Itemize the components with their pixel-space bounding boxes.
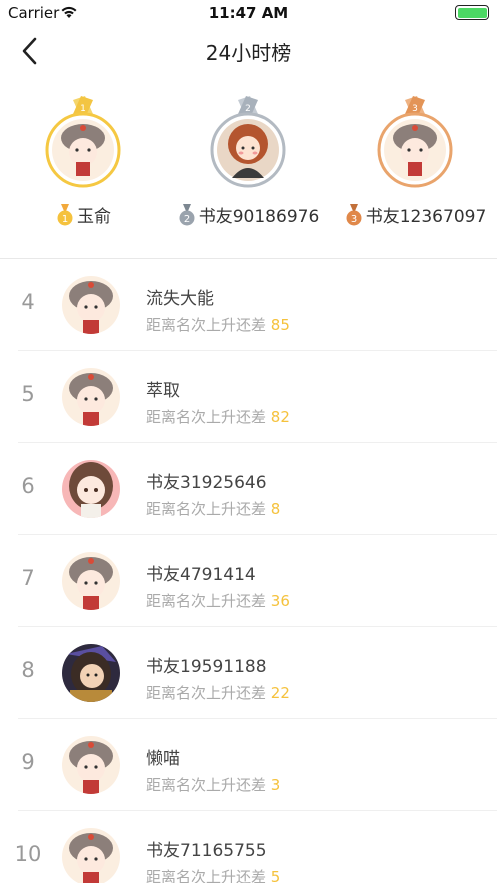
avatar (62, 460, 120, 518)
rank-row-5[interactable]: 5 萃取 距离名次上升还差 82 (0, 351, 497, 443)
rank-number: 7 (21, 566, 35, 590)
rank-row-4[interactable]: 4 流失大能 距离名次上升还差 85 (0, 259, 497, 351)
row-gap-text: 距离名次上升还差 8 (146, 500, 281, 518)
podium-item-1[interactable]: 1 1 玉俞 (0, 92, 166, 242)
podium-item-2[interactable]: 2 2 书友90186976 (165, 92, 331, 242)
rank-list: 4 流失大能 距离名次上升还差 85 5 萃取 距离名次上升还差 82 6 书友… (0, 259, 497, 883)
avatar (62, 276, 120, 334)
girl-hairpin-avatar-icon (62, 552, 120, 610)
silver-rank-icon: 2 (179, 204, 195, 226)
girl-hairpin-avatar-icon (62, 736, 120, 794)
podium: 1 1 玉俞 2 2 书友90186976 3 3 书友12367097 (0, 92, 497, 257)
girl-hairpin-avatar-icon (62, 276, 120, 334)
podium-name-1: 1 玉俞 (0, 202, 166, 227)
silver-medal-avatar: 2 (210, 96, 286, 188)
row-gap-text: 距离名次上升还差 85 (146, 316, 290, 334)
gold-medal-avatar: 1 (45, 96, 121, 188)
avatar (62, 552, 120, 610)
gap-number: 22 (270, 684, 290, 702)
clock: 11:47 AM (208, 4, 289, 22)
gold-rank-icon: 1 (57, 204, 73, 226)
podium-name-3: 3 书友12367097 (332, 202, 497, 227)
svg-text:1: 1 (62, 214, 68, 225)
girl-hairpin-avatar-icon (62, 828, 120, 883)
gap-number: 5 (270, 868, 281, 883)
svg-text:2: 2 (184, 214, 190, 225)
battery-icon (455, 5, 489, 20)
row-gap-text: 距离名次上升还差 22 (146, 684, 290, 702)
rank-row-9[interactable]: 9 懒喵 距离名次上升还差 3 (0, 719, 497, 811)
page-title: 24小时榜 (205, 41, 292, 65)
rank-row-10[interactable]: 10 书友71165755 距离名次上升还差 5 (0, 811, 497, 883)
gap-number: 85 (270, 316, 290, 334)
rank-row-6[interactable]: 6 书友31925646 距离名次上升还差 8 (0, 443, 497, 535)
row-username: 书友71165755 (146, 841, 267, 861)
row-username: 书友19591188 (146, 657, 267, 677)
gap-number: 8 (270, 500, 281, 518)
nav-bar: 24小时榜 (0, 26, 497, 76)
rank-number: 4 (21, 290, 35, 314)
row-username: 懒喵 (146, 749, 180, 769)
rank-number: 6 (21, 474, 35, 498)
bronze-medal-avatar: 3 (377, 96, 453, 188)
avatar (62, 368, 120, 426)
rank-number: 5 (21, 382, 35, 406)
rank-number: 9 (21, 750, 35, 774)
podium-name-2: 2 书友90186976 (165, 202, 331, 227)
podium-item-3[interactable]: 3 3 书友12367097 (332, 92, 497, 242)
avatar (62, 736, 120, 794)
status-bar: Carrier 11:47 AM (0, 0, 497, 26)
girl-hairpin-avatar-icon (62, 368, 120, 426)
avatar (62, 828, 120, 883)
podium-name-text-3: 书友12367097 (365, 207, 487, 227)
row-username: 书友31925646 (146, 473, 267, 493)
row-gap-text: 距离名次上升还差 3 (146, 776, 281, 794)
row-gap-text: 距离名次上升还差 36 (146, 592, 290, 610)
rank-number: 10 (14, 842, 42, 866)
gap-number: 82 (270, 408, 290, 426)
bronze-rank-icon: 3 (346, 204, 362, 226)
svg-text:3: 3 (351, 214, 357, 225)
row-gap-text: 距离名次上升还差 5 (146, 866, 280, 883)
gap-number: 3 (270, 776, 281, 794)
podium-name-text-2: 书友90186976 (198, 207, 320, 227)
rank-number: 8 (21, 658, 35, 682)
girl-brown-hair-avatar-icon (62, 460, 120, 518)
row-username: 流失大能 (146, 289, 214, 309)
dark-anime-avatar-icon (62, 644, 120, 702)
rank-row-7[interactable]: 7 书友4791414 距离名次上升还差 36 (0, 535, 497, 627)
podium-name-text-1: 玉俞 (77, 207, 111, 227)
avatar (62, 644, 120, 702)
row-username: 萃取 (146, 381, 180, 401)
row-username: 书友4791414 (146, 565, 256, 585)
gap-number: 36 (270, 592, 290, 610)
rank-row-8[interactable]: 8 书友19591188 距离名次上升还差 22 (0, 627, 497, 719)
row-gap-text: 距离名次上升还差 82 (146, 408, 290, 426)
